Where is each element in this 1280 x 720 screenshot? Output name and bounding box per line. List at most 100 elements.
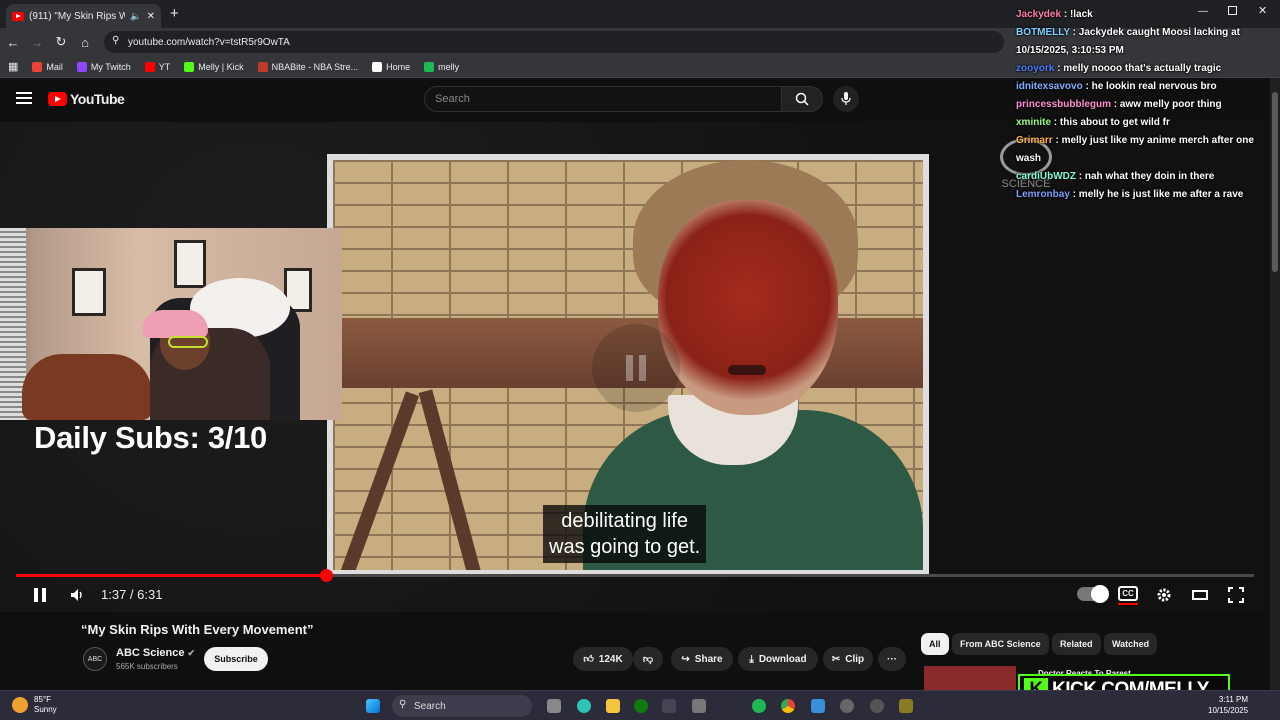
share-button[interactable]: ↪ Share (671, 647, 733, 671)
youtube-logo-icon (48, 92, 67, 106)
bookmark-melly[interactable]: melly (424, 61, 459, 72)
microphone-icon (841, 92, 851, 105)
site-info-icon[interactable]: ⚲ (112, 35, 119, 46)
bookmark-mail[interactable]: Mail (32, 61, 63, 72)
progress-fill (16, 574, 326, 577)
chat-username[interactable]: xminite (1016, 117, 1051, 128)
mail-icon (32, 61, 43, 72)
chat-username[interactable]: Grimarr (1016, 135, 1053, 146)
caption-line: was going to get. (549, 536, 701, 558)
forward-icon[interactable]: → (26, 31, 48, 53)
recommended-thumbnail[interactable] (924, 666, 1016, 690)
video-caption: debilitating life was going to get. (543, 505, 707, 563)
start-icon[interactable] (366, 699, 380, 713)
app-icon[interactable] (870, 699, 884, 713)
theater-mode-button[interactable] (1188, 584, 1212, 606)
task-view-icon[interactable] (547, 699, 561, 713)
captions-button[interactable]: CC (1118, 586, 1138, 605)
search-icon: ⚲ (399, 699, 407, 710)
youtube-favicon-icon (12, 11, 24, 21)
chip-from-abc-science[interactable]: From ABC Science (952, 633, 1049, 655)
glasses (168, 336, 208, 348)
chip-related[interactable]: Related (1052, 633, 1101, 655)
store-icon[interactable] (692, 699, 706, 713)
browser-tab[interactable]: (911) "My Skin Rips With E 🔈 ✕ (6, 4, 161, 28)
bookmark-twitch[interactable]: My Twitch (76, 61, 131, 72)
home-icon[interactable]: ⌂ (74, 31, 96, 53)
channel-name[interactable]: ABC Science ✔ (116, 647, 195, 659)
steam-icon[interactable] (662, 699, 676, 713)
autoplay-toggle[interactable] (1077, 585, 1109, 603)
chat-username[interactable]: Jackydek (1016, 9, 1061, 20)
bookmark-nbabite[interactable]: NBABite - NBA Stre... (257, 61, 358, 72)
weather-condition: Sunny (34, 705, 57, 714)
file-explorer-icon[interactable] (606, 699, 620, 713)
weather-widget[interactable]: 85°F Sunny (12, 695, 57, 715)
search-input[interactable]: Search (424, 86, 782, 112)
channel-subscribers: 565K subscribers (116, 662, 178, 671)
subscribe-button[interactable]: Subscribe (204, 647, 268, 671)
bookmark-kick[interactable]: Melly | Kick (184, 61, 244, 72)
voice-search-button[interactable] (833, 86, 859, 112)
pause-button[interactable] (28, 584, 52, 606)
menu-icon[interactable] (16, 92, 32, 104)
download-button[interactable]: ⤓ Download (738, 647, 818, 671)
pause-overlay-icon[interactable] (592, 324, 680, 412)
dislike-button[interactable]: 👎︎ (633, 647, 663, 671)
taskbar-clock[interactable]: 3:11 PM 10/15/2025 (1208, 694, 1248, 716)
tab-title: (911) "My Skin Rips With E (29, 10, 126, 22)
chat-text: melly he is just like me after a rave (1078, 189, 1244, 200)
taskbar-search[interactable]: ⚲ Search (392, 695, 532, 717)
like-button[interactable]: 👍︎ 124K (573, 647, 633, 671)
scissors-icon: ✂ (831, 653, 841, 665)
obs-icon[interactable] (899, 699, 913, 713)
chat-message: xminite : this about to get wild fr (1016, 114, 1278, 132)
bookmark-yt[interactable]: YT (144, 61, 170, 72)
chat-message: princessbubblegum : aww melly poor thing (1016, 96, 1278, 114)
scrubber-handle[interactable] (319, 569, 333, 582)
chat-username[interactable]: princessbubblegum (1016, 99, 1111, 110)
chat-message: BOTMELLY : Jackydek caught Moosi lacking… (1016, 24, 1278, 60)
photos-icon[interactable] (811, 699, 825, 713)
settings-button[interactable] (1152, 584, 1176, 606)
fullscreen-button[interactable] (1224, 584, 1248, 606)
more-actions-button[interactable]: ··· (878, 647, 906, 671)
weather-temp: 85°F (34, 695, 51, 704)
edge-icon[interactable] (577, 699, 591, 713)
bookmark-home[interactable]: Home (372, 61, 410, 72)
chat-username[interactable]: BOTMELLY (1016, 27, 1070, 38)
chat-username[interactable]: zooyork (1016, 63, 1054, 74)
chat-username[interactable]: cardiUbWDZ (1016, 171, 1076, 182)
chat-username[interactable]: idnitexsavovo (1016, 81, 1083, 92)
volume-button[interactable] (66, 584, 90, 606)
media-icon[interactable] (840, 699, 854, 713)
chip-watched[interactable]: Watched (1104, 633, 1158, 655)
back-icon[interactable]: ← (2, 31, 24, 53)
progress-bar[interactable] (16, 569, 1254, 582)
new-tab-icon[interactable]: + (170, 5, 179, 22)
channel-avatar[interactable]: ABC (83, 647, 107, 671)
spotify-icon[interactable] (752, 699, 766, 713)
xbox-icon[interactable] (634, 699, 648, 713)
apps-icon[interactable]: ▦ (8, 60, 18, 73)
gear-icon (1157, 588, 1171, 602)
tab-audio-icon[interactable]: 🔈 (130, 11, 141, 22)
chat-separator: : (1054, 63, 1064, 74)
search-button[interactable] (781, 86, 823, 112)
daily-subs-counter: Daily Subs: 3/10 (34, 420, 267, 455)
chat-message: cardiUbWDZ : nah what they doin in there (1016, 168, 1278, 186)
child-face (658, 200, 838, 415)
reload-icon[interactable]: ↻ (50, 31, 72, 53)
wall-picture (72, 268, 106, 316)
chip-all[interactable]: All (921, 633, 949, 655)
twitch-icon (76, 61, 87, 72)
player-controls: 1:37 / 6:31 CC (0, 582, 1270, 612)
clip-button[interactable]: ✂ Clip (823, 647, 873, 671)
chat-username[interactable]: Lemronbay (1016, 189, 1070, 200)
url-input[interactable]: ⚲ youtube.com/watch?v=tstR5r9OwTA (104, 31, 1004, 53)
chrome-icon[interactable] (781, 699, 795, 713)
tab-close-icon[interactable]: ✕ (147, 11, 155, 22)
youtube-logo[interactable]: YouTube (48, 91, 125, 107)
chat-text: he lookin real nervous bro (1091, 81, 1217, 92)
windows-taskbar: 85°F Sunny ⚲ Search 3:11 PM 10/15/2025 (0, 690, 1280, 720)
